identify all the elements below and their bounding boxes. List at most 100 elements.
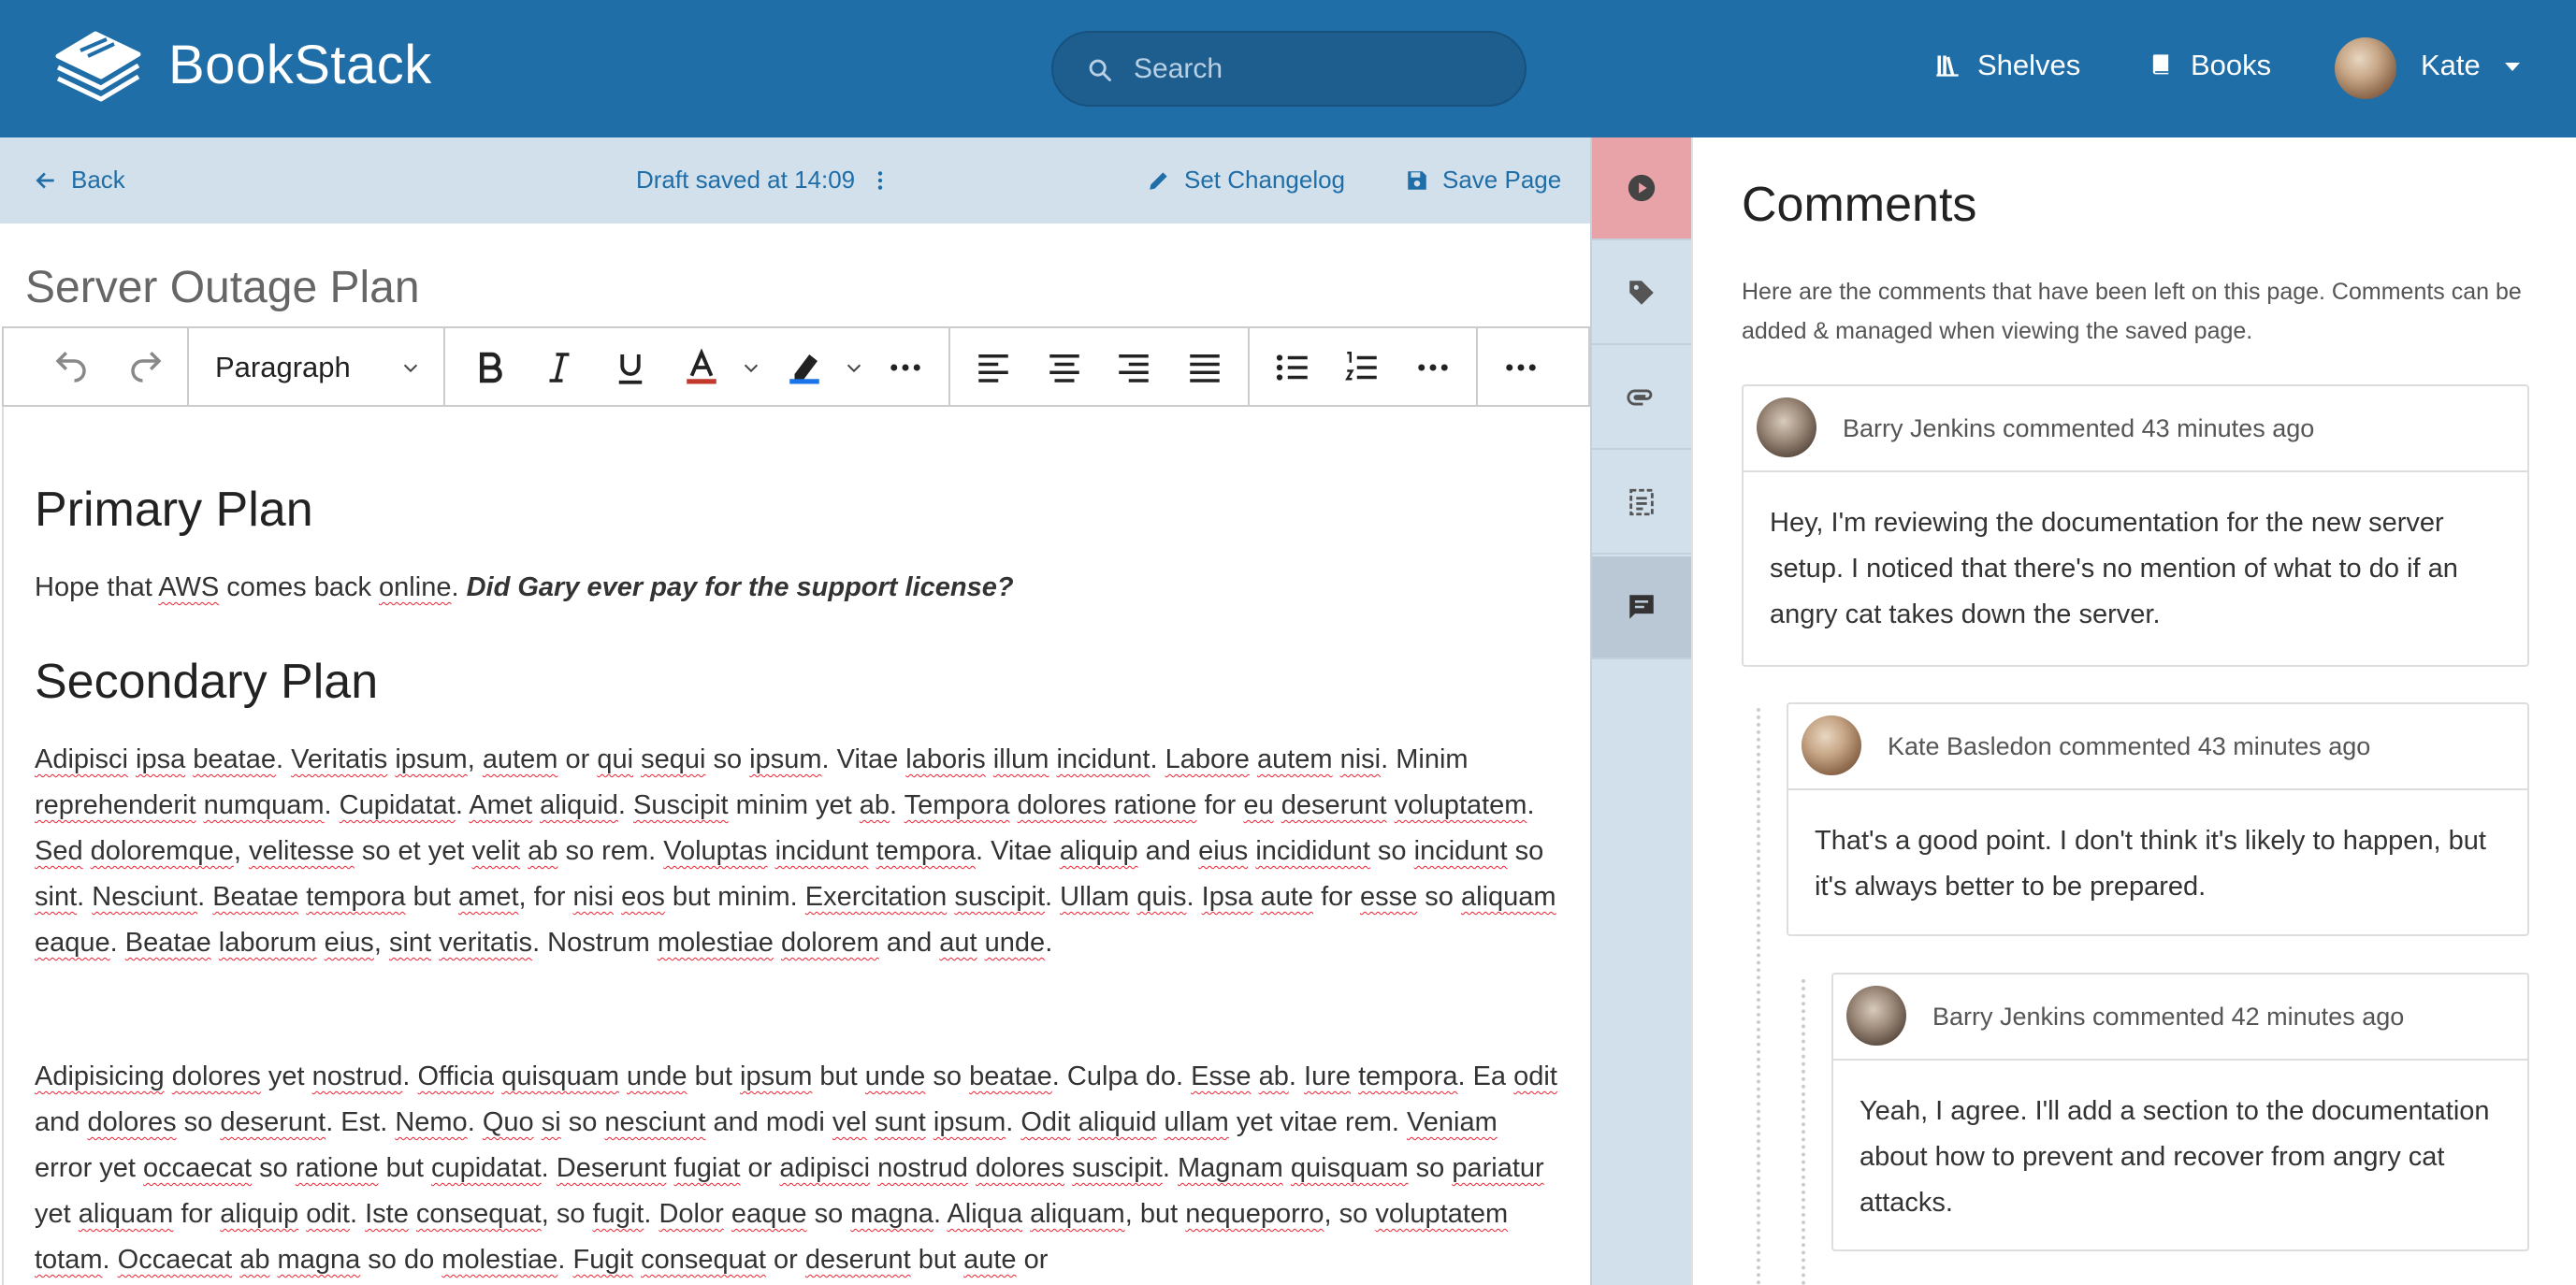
comments-title: Comments <box>1742 178 1977 232</box>
tag-icon <box>1629 281 1654 305</box>
save-page-label: Save Page <box>1442 166 1562 194</box>
more-toolbar-button[interactable] <box>1498 345 1543 390</box>
bullet-list-icon <box>1276 354 1308 381</box>
align-left-button[interactable] <box>971 345 1016 390</box>
avatar <box>1802 715 1861 775</box>
thread-line <box>1757 708 1760 1285</box>
heading-primary-plan[interactable]: Primary Plan <box>35 482 313 538</box>
tab-preview[interactable] <box>1592 137 1691 240</box>
comment-icon <box>1629 595 1654 619</box>
comments-description: Here are the comments that have been lef… <box>1742 279 2522 344</box>
chevron-down-icon[interactable] <box>844 358 864 379</box>
app-header: BookStack Shelves Books Kate <box>0 0 2576 137</box>
avatar <box>1846 986 1906 1046</box>
align-right-button[interactable] <box>1111 345 1156 390</box>
chevron-down-icon[interactable] <box>741 358 761 379</box>
thread-line <box>1802 979 1805 1285</box>
wysiwyg-toolbar: Paragraph <box>2 326 1590 407</box>
play-circle-icon <box>1628 174 1656 202</box>
nav-shelves-link[interactable]: Shelves <box>1934 49 2080 82</box>
user-name[interactable]: Kate <box>2421 49 2481 82</box>
page-title-input[interactable] <box>0 224 1590 326</box>
search-box[interactable] <box>1051 31 1527 107</box>
nav-shelves-label: Shelves <box>1977 49 2081 81</box>
bold-button[interactable] <box>468 345 513 390</box>
set-changelog-button[interactable]: Set Changelog <box>1147 166 1345 195</box>
chevron-down-icon[interactable] <box>400 358 421 379</box>
tab-templates[interactable] <box>1592 452 1691 555</box>
text-color-button[interactable] <box>679 345 724 390</box>
comment-header: Barry Jenkins commented 42 minutes ago <box>1833 975 2527 1061</box>
tab-attachments[interactable] <box>1592 347 1691 450</box>
app-name[interactable]: BookStack <box>168 34 432 96</box>
highlight-color-button[interactable] <box>782 345 827 390</box>
tab-comments[interactable] <box>1592 556 1691 659</box>
align-left-icon <box>978 354 1008 383</box>
align-justify-icon <box>1190 354 1220 383</box>
draft-status-text: Draft saved at 14:09 <box>636 166 856 194</box>
undo-button[interactable] <box>49 345 94 390</box>
back-label: Back <box>71 166 125 194</box>
comment-meta: Barry Jenkins commented 43 minutes ago <box>1843 414 2315 442</box>
comment-item[interactable]: Barry Jenkins commented 43 minutes ago H… <box>1742 384 2529 667</box>
comment-body: That's a good point. I don't think it's … <box>1815 826 2486 902</box>
more-vertical-icon[interactable] <box>868 168 892 193</box>
paragraph-lorem-1[interactable]: Adipisci ipsa beatae. Veritatis ipsum, a… <box>35 737 1559 966</box>
underline-button[interactable] <box>608 345 653 390</box>
search-icon <box>1089 59 1111 81</box>
back-button[interactable]: Back <box>34 166 125 195</box>
undo-icon <box>55 352 86 383</box>
book-icon <box>2152 54 2169 75</box>
pencil-icon <box>1150 171 1167 190</box>
text-color-icon <box>687 348 716 384</box>
comment-header: Kate Basledon commented 43 minutes ago <box>1788 704 2527 790</box>
align-justify-button[interactable] <box>1182 345 1227 390</box>
comment-body: Yeah, I agree. I'll add a section to the… <box>1860 1096 2490 1218</box>
draft-status[interactable]: Draft saved at 14:09 <box>636 166 892 195</box>
chevron-down-icon[interactable] <box>2503 62 2522 73</box>
comment-header: Barry Jenkins commented 43 minutes ago <box>1744 386 2527 472</box>
save-icon <box>1408 170 1426 190</box>
more-list-button[interactable] <box>1411 345 1455 390</box>
highlighter-icon <box>789 354 819 384</box>
more-formatting-button[interactable] <box>883 345 928 390</box>
underline-icon <box>618 354 643 384</box>
editor-sidebar-tabs <box>1590 137 1691 1285</box>
italic-button[interactable] <box>537 345 582 390</box>
editor-action-bar: Back Draft saved at 14:09 Set Changelog … <box>0 137 1590 224</box>
heading-secondary-plan[interactable]: Secondary Plan <box>35 654 378 710</box>
more-horizontal-icon <box>1418 364 1448 371</box>
avatar <box>1757 397 1816 457</box>
nav-books-link[interactable]: Books <box>2148 49 2271 82</box>
shelves-icon <box>1936 55 1959 77</box>
paragraph-lorem-2[interactable]: Adipisicing dolores yet nostrud. Officia… <box>35 1054 1559 1283</box>
align-center-button[interactable] <box>1042 345 1087 390</box>
comment-meta: Kate Basledon commented 43 minutes ago <box>1888 732 2371 760</box>
comments-panel: Comments Here are the comments that have… <box>1691 137 2576 1285</box>
comment-meta: Barry Jenkins commented 42 minutes ago <box>1932 1003 2405 1031</box>
search-input[interactable] <box>1134 38 1508 100</box>
more-horizontal-icon <box>1506 364 1536 371</box>
comment-item[interactable]: Barry Jenkins commented 42 minutes ago Y… <box>1831 973 2529 1251</box>
block-format-select[interactable]: Paragraph <box>215 351 351 384</box>
paragraph-primary-plan[interactable]: Hope that AWS comes back online. Did Gar… <box>35 565 1559 611</box>
set-changelog-label: Set Changelog <box>1184 166 1346 194</box>
arrow-left-icon <box>36 171 54 189</box>
bold-icon <box>479 352 502 383</box>
bookstack-logo-icon[interactable] <box>52 24 144 112</box>
save-page-button[interactable]: Save Page <box>1405 166 1561 195</box>
align-center-icon <box>1049 354 1079 383</box>
italic-icon <box>549 353 570 383</box>
template-icon <box>1629 488 1654 516</box>
numbered-list-button[interactable] <box>1339 345 1384 390</box>
redo-button[interactable] <box>123 345 168 390</box>
bullet-list-button[interactable] <box>1270 345 1315 390</box>
user-avatar[interactable] <box>2335 37 2396 99</box>
paperclip-icon <box>1627 389 1653 406</box>
tab-tags[interactable] <box>1592 242 1691 345</box>
redo-icon <box>131 352 162 383</box>
editor-content[interactable]: Primary Plan Hope that AWS comes back on… <box>2 407 1590 1285</box>
comment-item[interactable]: Kate Basledon commented 43 minutes ago T… <box>1787 702 2529 936</box>
numbered-list-icon <box>1345 352 1377 381</box>
comment-body: Hey, I'm reviewing the documentation for… <box>1770 508 2458 629</box>
